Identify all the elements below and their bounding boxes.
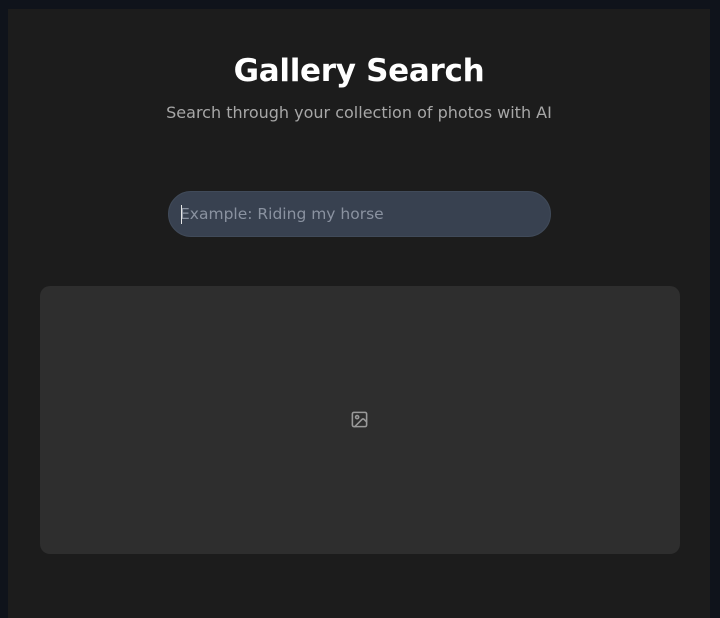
search-bar[interactable] <box>168 191 551 237</box>
search-input[interactable] <box>180 192 540 236</box>
image-icon <box>351 411 368 428</box>
page-subtitle: Search through your collection of photos… <box>166 103 552 122</box>
text-caret <box>181 205 182 224</box>
image-result-area <box>40 286 680 554</box>
page-title: Gallery Search <box>233 53 485 89</box>
main-panel: Gallery Search Search through your colle… <box>8 9 710 618</box>
